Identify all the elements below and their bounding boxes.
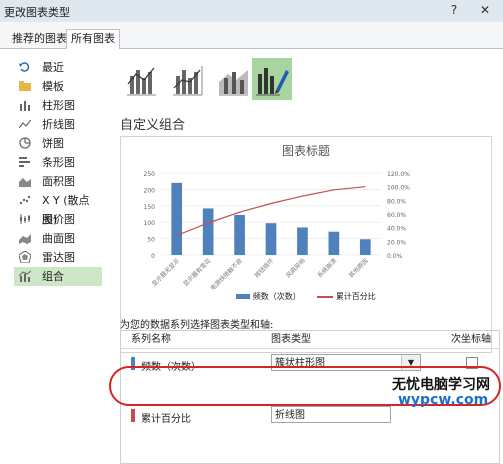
section-title: 自定义组合 [120, 118, 186, 133]
column-header-chart-type: 图表类型 [271, 334, 311, 345]
chart-title: 图表标题 [282, 144, 330, 158]
sidebar-item-bar[interactable]: 条形图 [14, 153, 102, 172]
primary-axis-tick-label: 50 [147, 237, 155, 244]
sidebar-item-label: 面积图 [42, 175, 75, 188]
primary-axis-tick-label: 150 [144, 204, 156, 211]
watermark-site-name: 无忧电脑学习网 [392, 377, 490, 393]
series-prompt: 为您的数据系列选择图表类型和轴: [120, 320, 274, 331]
legend-swatch-bar [236, 294, 251, 299]
column-header-secondary-axis: 次坐标轴 [451, 334, 491, 345]
combo-chart-icon [19, 270, 31, 282]
sidebar-item-label: 最近 [42, 61, 64, 74]
sidebar-item-area[interactable]: 面积图 [14, 172, 102, 191]
secondary-axis-tick-label: 80.0% [387, 198, 406, 205]
sidebar-item-line[interactable]: 折线图 [14, 115, 102, 134]
tab-all-charts[interactable]: 所有图表 [66, 29, 120, 49]
sidebar-item-label: 饼图 [42, 137, 64, 150]
sidebar-item-stock[interactable]: 股价图 [14, 210, 102, 229]
radar-chart-icon [19, 251, 31, 263]
sidebar-item-label: 柱形图 [42, 99, 75, 112]
combo-type-stacked-area-column[interactable] [214, 58, 254, 100]
series-color-swatch [131, 409, 135, 422]
series-name-cumulative: 累计百分比 [141, 414, 191, 425]
sidebar-item-label: 组合 [42, 270, 64, 283]
category-label: 按钮损坏 [253, 257, 276, 280]
legend-label-frequency: 频数（次数） [252, 292, 301, 301]
clustered-column-line-secondary-icon [173, 66, 203, 96]
primary-axis-tick-label: 100 [144, 220, 156, 227]
surface-chart-icon [19, 234, 31, 244]
combo-type-column-line-secondary[interactable] [168, 58, 208, 100]
sidebar-item-label: 曲面图 [42, 232, 75, 245]
bar-chart-icon [19, 157, 30, 167]
sidebar-item-surface[interactable]: 曲面图 [14, 229, 102, 248]
primary-axis-tick-label: 250 [144, 171, 156, 178]
tab-recommended-charts[interactable]: 推荐的图表 [8, 31, 71, 47]
combo-type-custom[interactable] [252, 58, 292, 100]
help-button[interactable]: ? [444, 2, 464, 18]
column-header-series-name: 系列名称 [131, 334, 171, 345]
sidebar-item-label: 股价图 [42, 213, 75, 226]
category-label: 电源线接触不良 [209, 257, 244, 292]
pie-chart-icon [19, 137, 31, 149]
legend-label-cumulative: 累计百分比 [335, 292, 376, 301]
bar [297, 227, 308, 255]
recent-icon [19, 62, 30, 72]
stacked-area-column-icon [219, 70, 248, 96]
category-label: 其他原因 [347, 257, 370, 280]
bar [359, 239, 371, 255]
secondary-axis-tick-label: 60.0% [387, 212, 406, 219]
scatter-chart-icon [19, 195, 31, 205]
secondary-axis-tick-label: 100.0% [387, 185, 410, 192]
folder-icon [19, 81, 31, 91]
primary-axis-tick-label: 200 [144, 187, 156, 194]
secondary-axis-tick-label: 40.0% [387, 226, 406, 233]
sidebar-item-label: 模板 [42, 80, 64, 93]
sidebar-item-label: 条形图 [42, 156, 75, 169]
combo-type-clustered-column-line[interactable] [122, 58, 162, 100]
sidebar-item-column[interactable]: 柱形图 [14, 96, 102, 115]
header-divider [121, 348, 499, 349]
sidebar-item-combo[interactable]: 组合 [14, 267, 102, 286]
tab-strip: 推荐的图表 所有图表 [0, 22, 503, 49]
sidebar-item-recent[interactable]: 最近 [14, 58, 102, 77]
secondary-axis-tick-label: 0.0% [387, 253, 403, 260]
sidebar-item-label: 折线图 [42, 118, 75, 131]
secondary-axis-tick-label: 120.0% [387, 171, 410, 178]
chart-type-select-cumulative[interactable]: 折线图 [271, 406, 391, 423]
chart-legend: 频数（次数） 累计百分比 [121, 290, 491, 308]
category-label: 显示器有雪花 [181, 257, 212, 288]
legend-swatch-line [317, 295, 334, 298]
sidebar-item-templates[interactable]: 模板 [14, 77, 102, 96]
category-label: 系统崩溃 [316, 257, 339, 280]
category-label: 风扇异响 [284, 257, 307, 280]
sidebar-item-pie[interactable]: 饼图 [14, 134, 102, 153]
bar [202, 208, 214, 255]
secondary-axis-tick-label: 20.0% [387, 239, 406, 246]
area-chart-icon [19, 178, 31, 187]
watermark-domain: wypcw.com [398, 392, 489, 408]
main-panel: 自定义组合 图表标题 0 50 100 150 200 250 0.0% 20.0% 40.0%… [112, 50, 500, 464]
bar [234, 214, 245, 255]
stock-chart-icon [20, 214, 30, 224]
sidebar-item-radar[interactable]: 雷达图 [14, 248, 102, 267]
bar [328, 231, 340, 255]
column-chart-icon [20, 101, 30, 111]
window-title: 更改图表类型 [4, 6, 70, 19]
primary-axis-tick-label: 0 [151, 253, 155, 260]
line-chart-icon [19, 119, 31, 129]
sidebar-item-scatter[interactable]: X Y (散点图) [14, 191, 102, 226]
sidebar-item-label: 雷达图 [42, 251, 75, 264]
custom-combination-icon [256, 68, 289, 96]
bar [171, 182, 183, 255]
chart-category-list: 最近 模板 柱形图 折线图 饼图 条形图 面积图 X Y (散点图) 股价图 曲… [14, 58, 102, 286]
close-button[interactable]: ✕ [475, 2, 495, 18]
category-label: 显示器无显示 [151, 257, 181, 287]
bar [265, 223, 277, 255]
clustered-column-line-icon [127, 67, 156, 96]
title-bar: 更改图表类型 ? ✕ [0, 0, 503, 23]
